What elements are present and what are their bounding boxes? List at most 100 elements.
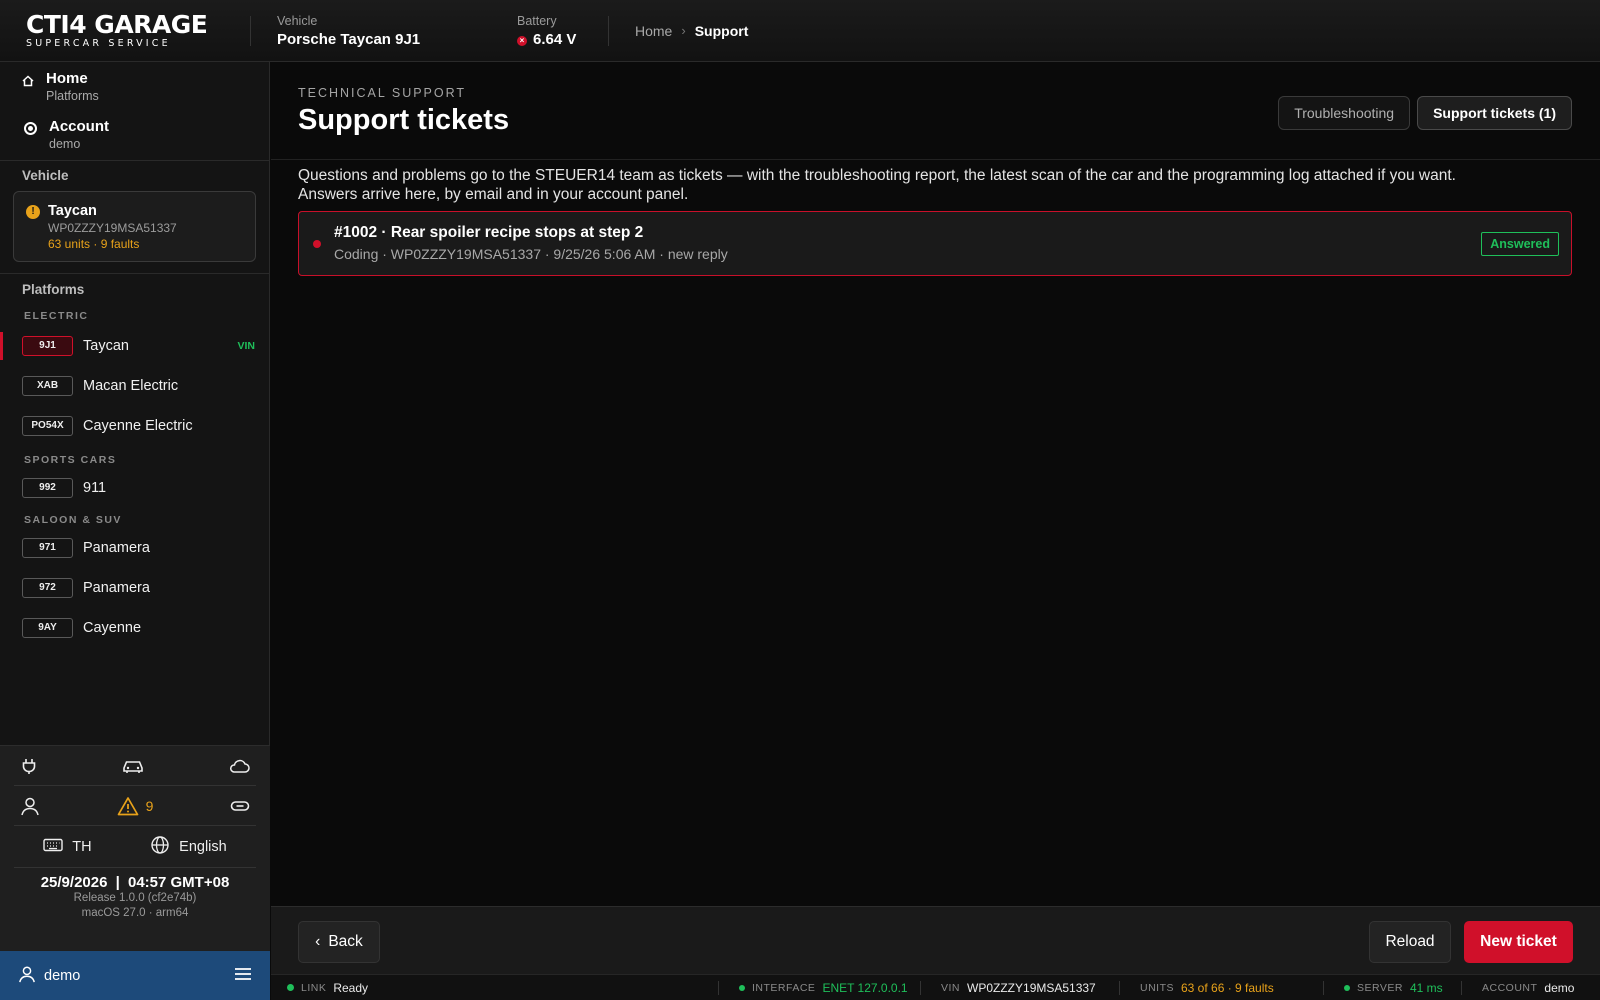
breadcrumb-home[interactable]: Home <box>635 23 672 39</box>
status-value: demo <box>1544 980 1575 995</box>
platform-code: 9J1 <box>22 336 73 356</box>
status-value: ENET 127.0.0.1 <box>822 980 908 995</box>
sidebar-item-account[interactable]: Account demo <box>0 110 269 158</box>
keyboard-layout-selector[interactable]: TH <box>43 838 92 856</box>
reload-button[interactable]: Reload <box>1369 921 1451 963</box>
divider <box>1323 980 1324 995</box>
status-dot-icon <box>739 984 745 991</box>
platform-item-911[interactable]: 992 911 <box>0 468 269 508</box>
back-button-label: Back <box>328 933 363 950</box>
tab-support-tickets[interactable]: Support tickets (1) <box>1417 96 1572 130</box>
logo-title: CTI4 GARAGE <box>26 9 208 39</box>
intro-text: Questions and problems go to the STEUER1… <box>298 166 1558 204</box>
keyboard-layout-value: TH <box>72 838 92 855</box>
divider <box>271 159 1600 160</box>
platform-item-taycan[interactable]: 9J1 Taycan VIN <box>0 326 269 366</box>
warning-triangle-icon <box>117 796 139 816</box>
car-icon[interactable] <box>121 757 145 775</box>
unread-dot-icon <box>313 240 321 248</box>
platform-name: Cayenne Electric <box>83 418 193 434</box>
status-key: UNITS <box>1140 981 1174 994</box>
status-key: INTERFACE <box>752 981 816 994</box>
platform-code: PO54X <box>22 416 73 436</box>
chevron-right-icon: › <box>681 23 686 38</box>
status-key: VIN <box>941 981 961 994</box>
logo[interactable]: CTI4 GARAGE SUPERCAR SERVICE <box>0 9 250 49</box>
breadcrumb: Home › Support <box>609 23 748 39</box>
top-bar: CTI4 GARAGE SUPERCAR SERVICE Vehicle Por… <box>0 0 1600 62</box>
language-selector[interactable]: English <box>150 835 227 859</box>
tab-troubleshooting[interactable]: Troubleshooting <box>1278 96 1411 130</box>
vehicle-label: Vehicle <box>277 13 318 28</box>
vehicle-value: Porsche Taycan 9J1 <box>277 30 421 48</box>
platforms-section-heading: Platforms <box>22 282 85 297</box>
platform-group-label: SPORTS CARS <box>24 454 117 466</box>
status-key: ACCOUNT <box>1482 981 1538 994</box>
battery-error-icon: × <box>517 35 527 46</box>
clock: 25/9/2026 | 04:57 GMT+08 <box>0 874 270 891</box>
warning-icon: ! <box>26 205 40 219</box>
status-value: 63 of 66 · 9 faults <box>1181 980 1274 995</box>
battery-value: 6.64 V <box>533 30 577 48</box>
platform-item-cayenne-electric[interactable]: PO54X Cayenne Electric <box>0 406 269 446</box>
chevron-left-icon: ‹ <box>315 933 321 950</box>
clock-date: 25/9/2026 <box>40 874 108 891</box>
main-content: TECHNICAL SUPPORT Support tickets Troubl… <box>271 62 1600 906</box>
divider <box>1119 980 1120 995</box>
platform-name: Macan Electric <box>83 378 179 394</box>
app-window: CTI4 GARAGE SUPERCAR SERVICE Vehicle Por… <box>0 0 1600 1000</box>
action-bar: ‹ Back Reload New ticket <box>271 906 1600 974</box>
locale-row: TH English <box>14 826 256 868</box>
new-ticket-button[interactable]: New ticket <box>1464 921 1573 963</box>
support-tabs: Troubleshooting Support tickets (1) <box>1278 96 1572 130</box>
faults-indicator[interactable]: 9 <box>117 796 154 816</box>
user-icon[interactable] <box>20 796 40 816</box>
status-vin: VIN WP0ZZZY19MSA51337 <box>941 981 1119 995</box>
vehicle-card-name: Taycan <box>48 203 97 219</box>
vehicle-card-stats: 63 units · 9 faults <box>48 237 140 251</box>
page-eyebrow: TECHNICAL SUPPORT <box>298 86 467 100</box>
status-value: Ready <box>333 980 369 995</box>
platform-name: Taycan <box>83 338 129 354</box>
vehicle-card-vin: WP0ZZZY19MSA51337 <box>48 221 177 235</box>
status-bar: LINK Ready INTERFACE ENET 127.0.0.1 VIN … <box>271 974 1600 1000</box>
platform-code: XAB <box>22 376 73 396</box>
sidebar-item-label: Home <box>46 70 88 87</box>
logo-subtitle: SUPERCAR SERVICE <box>26 37 171 49</box>
vehicle-card[interactable]: ! Taycan WP0ZZZY19MSA51337 63 units · 9 … <box>13 191 256 262</box>
clock-separator: | <box>115 874 120 891</box>
platform-code: 992 <box>22 478 73 498</box>
link-icon[interactable] <box>230 799 250 813</box>
fault-count: 9 <box>145 797 154 814</box>
release-version: Release 1.0.0 (cf2e74b) <box>73 892 197 904</box>
sidebar-item-sublabel: Platforms <box>46 89 99 103</box>
user-icon <box>18 965 36 987</box>
cloud-icon[interactable] <box>228 758 250 774</box>
status-key: SERVER <box>1357 981 1403 994</box>
user-bar[interactable]: demo <box>0 951 270 1000</box>
connection-icons-row <box>14 746 256 786</box>
status-value: WP0ZZZY19MSA51337 <box>967 980 1096 995</box>
sidebar: Home Platforms Account demo Vehicle ! Ta… <box>0 62 270 1000</box>
platform-item-macan-electric[interactable]: XAB Macan Electric <box>0 366 269 406</box>
status-dot-icon <box>287 984 294 991</box>
platform-item-panamera-972[interactable]: 972 Panamera <box>0 568 269 608</box>
plug-icon[interactable] <box>20 757 38 775</box>
home-icon <box>22 74 46 91</box>
menu-icon[interactable] <box>234 967 252 985</box>
intro-line: Answers arrive here, by email and in you… <box>298 186 689 203</box>
battery-value-row: × 6.64 V <box>517 31 608 48</box>
status-value: 41 ms <box>1410 980 1443 995</box>
platform-item-cayenne[interactable]: 9AY Cayenne <box>0 608 269 648</box>
vehicle-section-heading: Vehicle <box>22 168 69 183</box>
vin-match-tag: VIN <box>237 340 255 352</box>
ticket-title: #1002 · Rear spoiler recipe stops at ste… <box>334 224 644 241</box>
battery-label: Battery <box>517 13 557 28</box>
ticket-row[interactable]: #1002 · Rear spoiler recipe stops at ste… <box>298 211 1572 276</box>
page-title: Support tickets <box>298 104 510 136</box>
platform-item-panamera-971[interactable]: 971 Panamera <box>0 528 269 568</box>
back-button[interactable]: ‹ Back <box>298 921 380 963</box>
divider <box>1461 980 1462 995</box>
platform-name: Panamera <box>83 540 150 556</box>
sidebar-item-home[interactable]: Home Platforms <box>0 62 269 110</box>
